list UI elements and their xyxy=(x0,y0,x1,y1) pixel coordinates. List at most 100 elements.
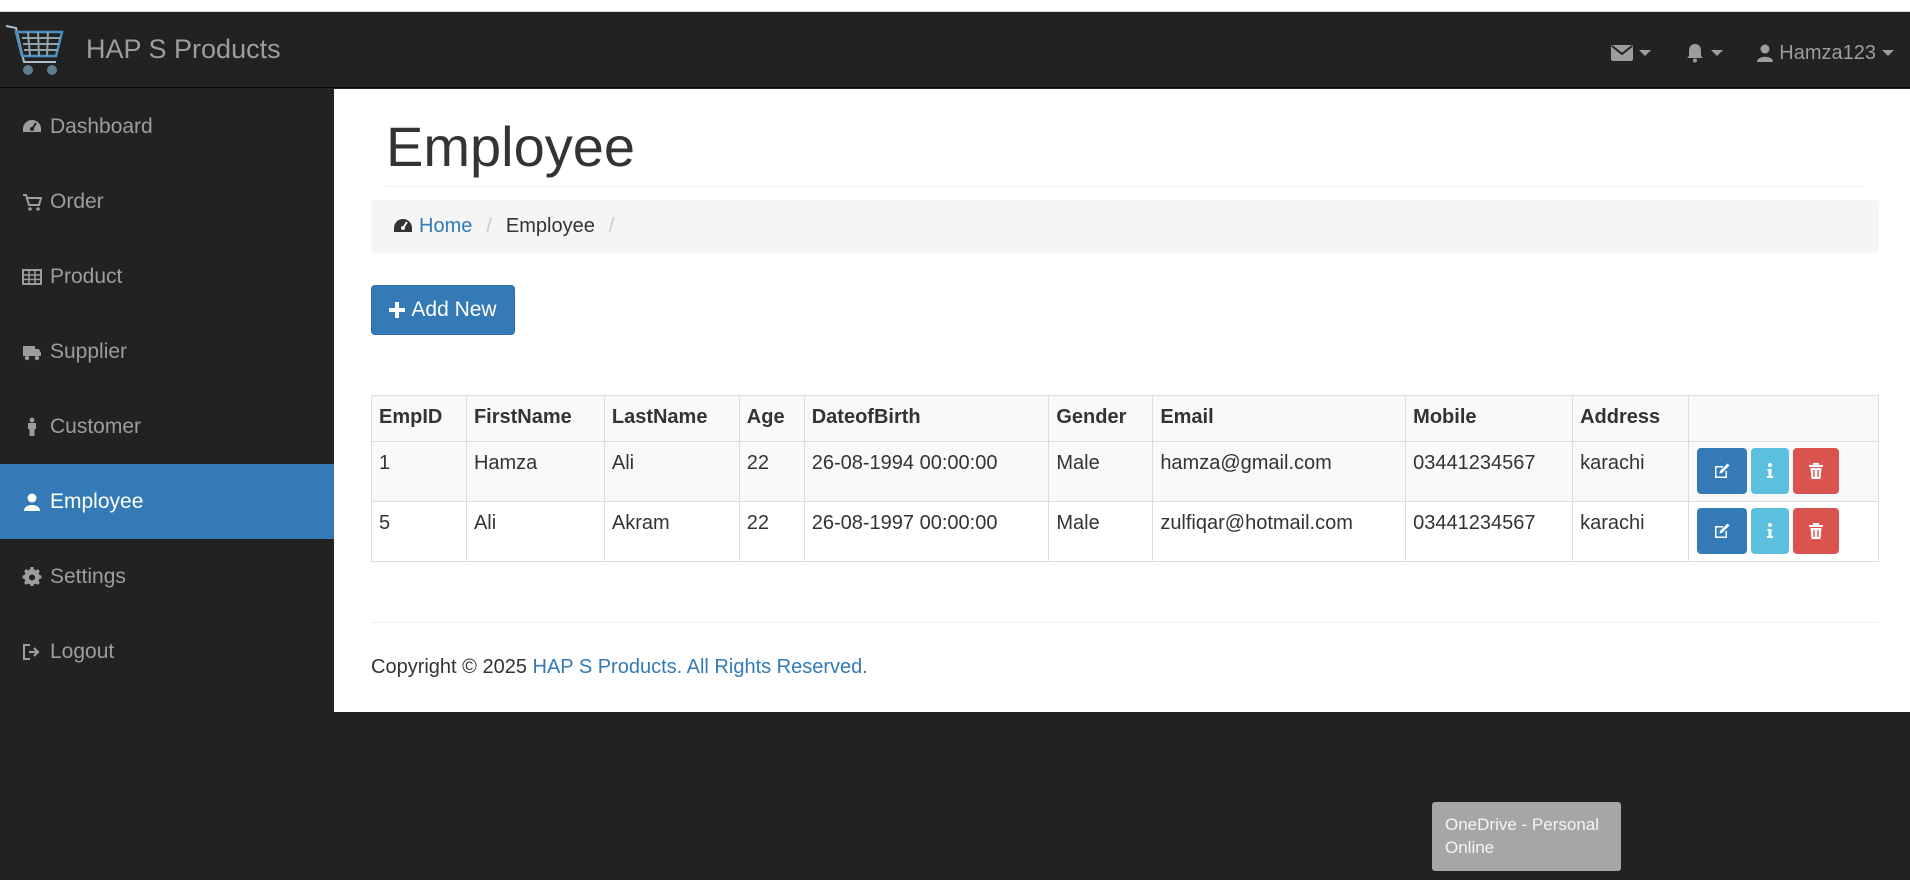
details-button[interactable] xyxy=(1751,448,1790,494)
breadcrumb-separator: / xyxy=(608,215,615,237)
table-row: 1 Hamza Ali 22 26-08-1994 00:00:00 Male … xyxy=(371,441,1879,502)
info-icon xyxy=(1767,523,1774,538)
column-header-age[interactable]: Age xyxy=(738,395,805,442)
table-icon xyxy=(22,268,42,285)
cell-gender: Male xyxy=(1048,501,1154,562)
column-header-actions xyxy=(1688,395,1879,442)
user-icon xyxy=(24,493,40,511)
dashboard-icon xyxy=(394,218,412,232)
column-header-gender[interactable]: Gender xyxy=(1048,395,1154,442)
column-header-firstname[interactable]: FirstName xyxy=(465,395,605,442)
chevron-down-icon xyxy=(1882,50,1894,56)
cell-firstname: Hamza xyxy=(465,441,605,502)
sidebar: Dashboard Order Product Supplier Custome… xyxy=(0,89,334,880)
cart-icon xyxy=(23,193,42,211)
tooltip-line-1: OneDrive - Personal xyxy=(1445,815,1600,834)
breadcrumb-home-label: Home xyxy=(419,215,473,237)
edit-button[interactable] xyxy=(1697,448,1748,494)
cell-mobile: 03441234567 xyxy=(1405,501,1574,562)
chevron-down-icon xyxy=(1639,50,1652,56)
breadcrumb-current: Employee xyxy=(505,215,595,237)
sidebar-item-settings[interactable]: Settings xyxy=(0,539,334,614)
cell-address: karachi xyxy=(1572,501,1690,562)
breadcrumb-home[interactable]: Home xyxy=(393,215,472,238)
navbar-right: Hamza123 xyxy=(1611,38,1894,68)
user-icon xyxy=(1757,44,1774,62)
sidebar-item-label: Order xyxy=(50,189,104,213)
cell-gender: Male xyxy=(1048,441,1154,502)
cell-age: 22 xyxy=(738,441,805,502)
details-button[interactable] xyxy=(1751,508,1790,554)
cell-actions xyxy=(1688,501,1879,562)
top-navbar: HAP S Products Hamza123 xyxy=(0,12,1910,88)
footer: Copyright © 2025 HAP S Products. All Rig… xyxy=(371,656,868,679)
column-header-mobile[interactable]: Mobile xyxy=(1405,395,1574,442)
cell-empid: 5 xyxy=(371,501,467,562)
alerts-dropdown[interactable] xyxy=(1685,43,1724,63)
sidebar-item-label: Dashboard xyxy=(50,114,153,138)
breadcrumb-separator: / xyxy=(486,215,492,237)
browser-top-strip xyxy=(0,0,1910,12)
bell-icon xyxy=(1687,44,1704,63)
plus-icon xyxy=(389,302,406,318)
sidebar-item-customer[interactable]: Customer xyxy=(0,389,334,464)
delete-button[interactable] xyxy=(1793,448,1840,494)
column-header-empid[interactable]: EmpID xyxy=(371,395,467,442)
cell-lastname: Akram xyxy=(603,501,740,562)
messages-dropdown[interactable] xyxy=(1611,45,1652,61)
cell-dateofbirth: 26-08-1994 00:00:00 xyxy=(803,441,1050,502)
footer-divider xyxy=(371,622,1879,623)
add-new-button[interactable]: Add New xyxy=(371,285,515,335)
column-header-dateofbirth[interactable]: DateofBirth xyxy=(803,395,1050,442)
sidebar-item-label: Settings xyxy=(50,564,126,588)
column-header-lastname[interactable]: LastName xyxy=(603,395,740,442)
sidebar-item-label: Logout xyxy=(50,639,115,663)
sidebar-item-label: Product xyxy=(50,264,123,288)
breadcrumb: Home / Employee / xyxy=(371,200,1879,253)
sidebar-item-logout[interactable]: Logout xyxy=(0,614,334,689)
sign-out-icon xyxy=(23,643,40,660)
sidebar-item-label: Employee xyxy=(50,489,144,513)
sidebar-item-label: Supplier xyxy=(50,339,128,363)
main-content: Employee Home / Employee / Add New EmpID… xyxy=(334,89,1910,712)
column-header-address[interactable]: Address xyxy=(1572,395,1690,442)
column-header-email[interactable]: Email xyxy=(1152,395,1407,442)
add-new-label: Add New xyxy=(411,298,497,321)
brand-title[interactable]: HAP S Products xyxy=(86,34,281,65)
cell-mobile: 03441234567 xyxy=(1405,441,1574,502)
male-icon xyxy=(28,417,36,436)
user-name: Hamza123 xyxy=(1779,41,1876,64)
chevron-down-icon xyxy=(1711,50,1724,56)
sidebar-item-product[interactable]: Product xyxy=(0,239,334,314)
sidebar-item-label: Customer xyxy=(50,414,142,438)
sidebar-item-dashboard[interactable]: Dashboard xyxy=(0,89,334,164)
cell-email: hamza@gmail.com xyxy=(1152,441,1407,502)
trash-icon xyxy=(1809,463,1824,479)
page-title: Employee xyxy=(386,115,636,178)
dashboard-icon xyxy=(23,119,41,132)
footer-copyright: Copyright © 2025 xyxy=(371,656,533,678)
user-dropdown[interactable]: Hamza123 xyxy=(1757,42,1894,65)
page-header: Employee xyxy=(386,113,1864,187)
cell-age: 22 xyxy=(738,501,805,562)
sidebar-item-order[interactable]: Order xyxy=(0,164,334,239)
cell-actions xyxy=(1688,441,1879,502)
trash-icon xyxy=(1809,523,1824,539)
cell-lastname: Ali xyxy=(603,441,740,502)
cell-address: karachi xyxy=(1572,441,1690,502)
edit-icon xyxy=(1715,523,1730,538)
cell-email: zulfiqar@hotmail.com xyxy=(1152,501,1407,562)
envelope-icon xyxy=(1611,45,1634,61)
sidebar-item-employee[interactable]: Employee xyxy=(0,464,334,539)
onedrive-tooltip: OneDrive - Personal Online xyxy=(1432,802,1621,871)
sidebar-item-supplier[interactable]: Supplier xyxy=(0,314,334,389)
cell-dateofbirth: 26-08-1997 00:00:00 xyxy=(803,501,1050,562)
footer-link[interactable]: HAP S Products. All Rights Reserved. xyxy=(533,656,868,678)
edit-button[interactable] xyxy=(1697,508,1748,554)
tooltip-line-2: Online xyxy=(1445,838,1495,857)
shopping-cart-logo[interactable] xyxy=(2,16,66,84)
gear-icon xyxy=(22,566,42,586)
cell-empid: 1 xyxy=(371,441,467,502)
table-header-row: EmpID FirstName LastName Age DateofBirth… xyxy=(371,395,1879,442)
delete-button[interactable] xyxy=(1793,508,1840,554)
